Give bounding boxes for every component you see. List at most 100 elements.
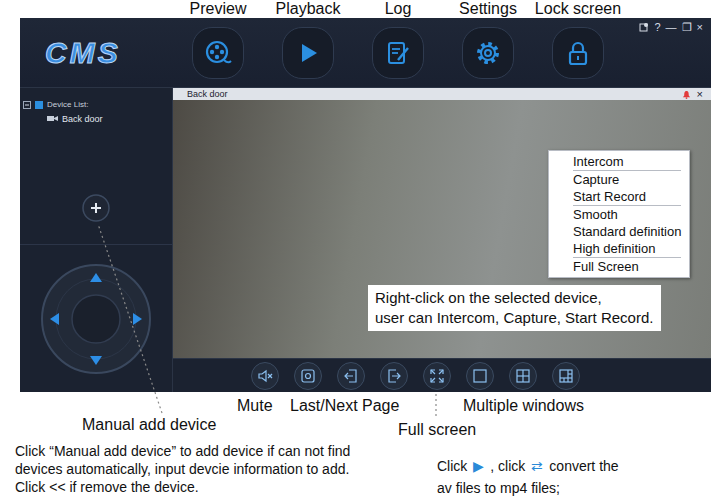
- nav-column: [173, 27, 263, 79]
- note-line: Click << if remove the device.: [15, 478, 437, 496]
- left-panel: Device List: Back door: [20, 88, 173, 392]
- top-bar: CMS? — ❐ ×: [20, 18, 711, 88]
- speaker-muted-icon: [257, 368, 273, 384]
- play-icon: [294, 39, 322, 67]
- annotated-screenshot: PreviewPlaybackLogSettingsLock screenCMS…: [0, 0, 711, 497]
- annotation-label: Multiple windows: [463, 397, 584, 415]
- nav-button[interactable]: [552, 27, 604, 79]
- previous-page-icon: [343, 368, 359, 384]
- multi-windows-button[interactable]: [552, 362, 580, 390]
- menu-item[interactable]: High definition: [573, 240, 681, 257]
- next-page-button[interactable]: [380, 362, 408, 390]
- camera-icon: [47, 115, 58, 123]
- note-line: av files to mp4 files;: [437, 477, 619, 497]
- app-body: Device List: Back door Back door × IntercomC…: [20, 88, 711, 392]
- close-video-button[interactable]: ×: [697, 88, 703, 100]
- four-windows-button[interactable]: [509, 362, 537, 390]
- gear-icon: [474, 39, 502, 67]
- annotation-label: Log: [353, 0, 443, 18]
- ptz-joystick-icon[interactable]: [40, 263, 152, 375]
- next-page-icon: [386, 368, 402, 384]
- alarm-bell-icon[interactable]: [682, 90, 691, 99]
- menu-group: SmoothStandard definitionHigh definition: [573, 205, 681, 257]
- annotation-label: Last/Next Page: [290, 397, 399, 415]
- note-line: devices automatically, input devcie info…: [15, 460, 437, 478]
- last-page-button[interactable]: [337, 362, 365, 390]
- film-reel-icon: [204, 39, 232, 67]
- window-control[interactable]: ?: [654, 21, 660, 33]
- leader-line: [435, 394, 436, 418]
- device-name: Back door: [62, 113, 103, 125]
- mute-button[interactable]: [251, 362, 279, 390]
- menu-item[interactable]: Intercom: [573, 153, 681, 170]
- capture-button[interactable]: [294, 362, 322, 390]
- callout-note: Right-click on the selected device,user …: [368, 285, 661, 331]
- manual-add-button[interactable]: [82, 194, 110, 222]
- full-screen-button[interactable]: [423, 362, 451, 390]
- bottom-annotations: MuteLast/Next PageMultiple windowsManual…: [0, 392, 711, 497]
- note-glyph-icon: ▶: [473, 455, 484, 477]
- note-text: Click: [437, 455, 467, 477]
- annotation-label: Playback: [263, 0, 353, 18]
- video-title: Back door: [187, 88, 228, 100]
- menu-item[interactable]: Standard definition: [573, 223, 681, 240]
- nav-button[interactable]: [192, 27, 244, 79]
- preview-toolbar: [173, 358, 711, 392]
- expand-arrows-icon: [429, 368, 445, 384]
- annotation-label: Lock screen: [533, 0, 623, 18]
- window-controls: ? — ❐ ×: [639, 18, 711, 33]
- annotation-label: Mute: [237, 397, 273, 415]
- convert-note: Click▶, click⇄convert theav files to mp4…: [437, 442, 619, 497]
- single-window-button[interactable]: [466, 362, 494, 390]
- window-control[interactable]: —: [666, 21, 677, 33]
- nav-button[interactable]: [282, 27, 334, 79]
- app-window: CMS? — ❐ × Device List: Back door Back door × In…: [20, 18, 711, 392]
- device-tree: Device List: Back door: [20, 88, 172, 125]
- leader-line: [98, 224, 162, 413]
- menu-item[interactable]: Full Screen: [573, 258, 681, 275]
- logo: CMS: [45, 36, 173, 70]
- nav-column: [533, 27, 623, 79]
- log-icon: [384, 39, 412, 67]
- expand-toggle-icon[interactable]: [23, 101, 31, 109]
- callout-line: user can Intercom, Capture, Start Record…: [375, 308, 653, 328]
- preview-area: Back door × IntercomCaptureStart RecordSmo…: [173, 88, 711, 392]
- ptz-panel: [20, 245, 172, 392]
- nav-button[interactable]: [462, 27, 514, 79]
- menu-item[interactable]: Capture: [573, 171, 681, 188]
- padlock-icon: [564, 39, 592, 67]
- nav-column: [263, 27, 353, 79]
- device-item[interactable]: Back door: [23, 113, 172, 125]
- multi-windows-icon: [558, 368, 574, 384]
- context-menu: IntercomCaptureStart RecordSmoothStandar…: [548, 150, 690, 278]
- tree-root[interactable]: Device List:: [23, 99, 172, 110]
- note-text: convert the: [549, 455, 618, 477]
- note-line: Click▶, click⇄convert the: [437, 455, 619, 477]
- nav-column: [443, 27, 533, 79]
- capture-icon: [300, 368, 316, 384]
- video-title-bar: Back door ×: [173, 88, 711, 100]
- four-windows-icon: [515, 368, 531, 384]
- single-window-icon: [472, 368, 488, 384]
- annotation-label: Full screen: [398, 421, 476, 439]
- nav-button[interactable]: [372, 27, 424, 79]
- device-group-icon: [35, 101, 43, 109]
- annotation-label: Preview: [173, 0, 263, 18]
- menu-item[interactable]: Smooth: [573, 206, 681, 223]
- menu-group: CaptureStart Record: [573, 170, 681, 205]
- skin-icon[interactable]: [639, 22, 649, 32]
- note-line: Click “Manual add device” to add device …: [15, 442, 437, 460]
- top-annotations: PreviewPlaybackLogSettingsLock screen: [173, 0, 711, 18]
- menu-group: Full Screen: [573, 257, 681, 275]
- menu-item[interactable]: Start Record: [573, 188, 681, 205]
- callout-line: Right-click on the selected device,: [375, 288, 653, 308]
- nav-column: [353, 27, 443, 79]
- annotation-label: Settings: [443, 0, 533, 18]
- notes: Click “Manual add device” to add device …: [0, 442, 711, 497]
- menu-group: Intercom: [573, 153, 681, 170]
- video-frame[interactable]: IntercomCaptureStart RecordSmoothStandar…: [173, 100, 711, 358]
- device-panel: Device List: Back door: [20, 88, 172, 245]
- note-text: av files to mp4 files;: [437, 477, 560, 497]
- window-control[interactable]: ❐: [682, 21, 692, 33]
- window-control[interactable]: ×: [697, 21, 703, 33]
